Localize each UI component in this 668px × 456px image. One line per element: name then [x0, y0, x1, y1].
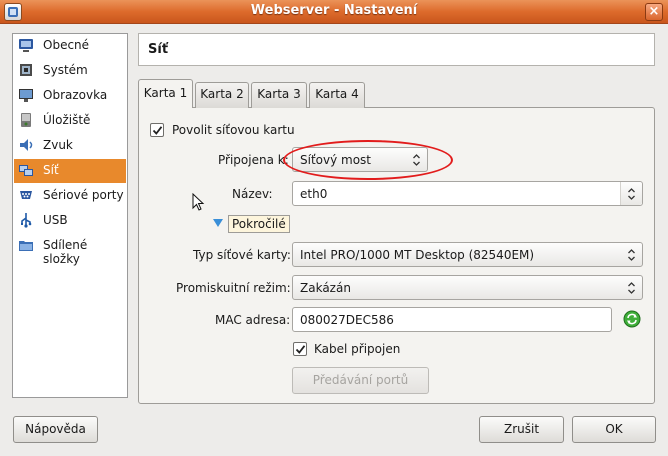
- attached-to-select[interactable]: Síťový most: [292, 147, 428, 172]
- storage-icon: [18, 112, 34, 128]
- adapter-type-label: Typ síťové karty:: [193, 248, 291, 262]
- section-header: Síť: [138, 33, 655, 66]
- name-label: Název:: [232, 187, 273, 201]
- enable-adapter-label[interactable]: Povolit síťovou kartu: [172, 123, 295, 137]
- name-select[interactable]: eth0: [292, 181, 643, 206]
- title-bar: Webserver - Nastavení ×: [0, 0, 668, 24]
- adapter-type-select[interactable]: Intel PRO/1000 MT Desktop (82540EM): [292, 242, 643, 267]
- sidebar-item-display[interactable]: Obrazovka: [14, 84, 126, 108]
- sidebar-item-general[interactable]: Obecné: [14, 34, 126, 58]
- promiscuous-mode-label: Promiskuitní režim:: [176, 281, 291, 295]
- enable-adapter-checkbox[interactable]: [150, 123, 164, 137]
- general-icon: [18, 37, 34, 53]
- usb-icon: [18, 212, 34, 228]
- sidebar-item-audio[interactable]: Zvuk: [14, 134, 126, 158]
- sidebar-item-label: Zvuk: [43, 138, 73, 152]
- port-forwarding-button[interactable]: Předávání portů: [292, 367, 429, 394]
- sidebar-item-label: Sériové porty: [43, 188, 124, 202]
- cancel-button[interactable]: Zrušit: [479, 416, 564, 443]
- promiscuous-mode-select[interactable]: Zakázán: [292, 275, 643, 300]
- tab-adapter-4[interactable]: Karta 4: [309, 82, 365, 108]
- display-icon: [18, 87, 34, 103]
- section-title: Síť: [148, 42, 169, 57]
- sidebar-item-label: Systém: [43, 63, 88, 77]
- sidebar-item-network[interactable]: Síť: [14, 159, 126, 183]
- mac-address-input[interactable]: 080027DEC586: [292, 307, 612, 332]
- chevron-updown-icon: [628, 282, 635, 294]
- close-button[interactable]: ×: [645, 3, 663, 21]
- help-button[interactable]: Nápověda: [13, 416, 98, 443]
- mouse-cursor-icon: [192, 193, 205, 211]
- chevron-updown-icon: [628, 188, 635, 200]
- window-title: Webserver - Nastavení: [250, 3, 418, 18]
- tab-adapter-1[interactable]: Karta 1: [138, 79, 193, 108]
- sidebar-item-label: USB: [43, 213, 68, 227]
- sidebar-item-label: Obecné: [43, 38, 90, 52]
- sidebar-item-label: Síť: [43, 163, 59, 177]
- serial-port-icon: [18, 187, 34, 203]
- tab-adapter-3[interactable]: Karta 3: [251, 82, 307, 108]
- cable-connected-checkbox[interactable]: [293, 342, 307, 356]
- chevron-updown-icon: [413, 154, 420, 166]
- attached-to-label: Připojena k:: [218, 153, 289, 167]
- sidebar-item-label: Sdílené složky: [43, 238, 88, 266]
- shared-folder-icon: [18, 237, 34, 253]
- ok-button[interactable]: OK: [572, 416, 656, 443]
- network-icon: [18, 162, 34, 178]
- system-icon: [18, 62, 34, 78]
- audio-icon: [18, 137, 34, 153]
- sidebar-item-serial-ports[interactable]: Sériové porty: [14, 184, 126, 208]
- sidebar-item-label: Obrazovka: [43, 88, 108, 102]
- sidebar-item-storage[interactable]: Úložiště: [14, 109, 126, 133]
- expand-triangle-icon[interactable]: [212, 218, 224, 228]
- chevron-updown-icon: [628, 249, 635, 261]
- sidebar-item-usb[interactable]: USB: [14, 209, 126, 233]
- refresh-mac-icon[interactable]: [623, 310, 641, 328]
- sidebar-item-system[interactable]: Systém: [14, 59, 126, 83]
- sidebar-item-label: Úložiště: [43, 113, 91, 127]
- cable-connected-label[interactable]: Kabel připojen: [314, 342, 400, 356]
- advanced-toggle[interactable]: Pokročilé: [228, 215, 290, 233]
- settings-sidebar: Obecné Systém Obrazovka Úložiště Zvuk Sí…: [12, 33, 128, 398]
- mac-address-label: MAC adresa:: [215, 313, 291, 327]
- tab-adapter-2[interactable]: Karta 2: [195, 82, 249, 108]
- sidebar-item-shared-folders[interactable]: Sdílené složky: [14, 234, 126, 266]
